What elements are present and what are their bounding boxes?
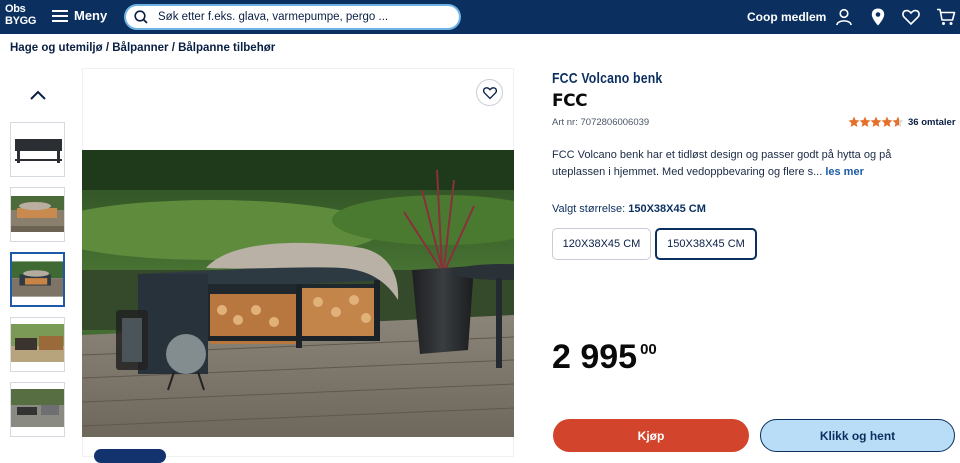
add-to-favorites-button[interactable] bbox=[476, 79, 503, 106]
product-title: FCC Volcano benk bbox=[552, 70, 663, 87]
breadcrumb-link-fire-pits[interactable]: Bålpanner bbox=[112, 42, 168, 54]
breadcrumb-separator: / bbox=[168, 42, 179, 54]
size-label-text: Valgt størrelse: bbox=[552, 203, 626, 215]
logo-line-2: BYGG bbox=[5, 15, 37, 27]
reviews-count[interactable]: 36 omtaler bbox=[908, 117, 956, 128]
gallery-thumbnail-2[interactable] bbox=[10, 187, 65, 242]
search-bar[interactable] bbox=[124, 4, 461, 30]
menu-label: Meny bbox=[74, 8, 108, 23]
gallery-thumbnail-1[interactable] bbox=[10, 122, 65, 177]
gallery-thumbnail-3[interactable] bbox=[10, 252, 65, 307]
image-overlay-badge[interactable] bbox=[94, 449, 166, 463]
menu-button[interactable]: Meny bbox=[52, 8, 107, 23]
menu-icon bbox=[52, 9, 68, 22]
buy-button[interactable]: Kjøp bbox=[553, 419, 749, 452]
heart-icon[interactable] bbox=[901, 7, 921, 27]
search-icon bbox=[134, 10, 148, 24]
price-main: 2 995 bbox=[552, 338, 638, 376]
coop-member-link[interactable]: Coop medlem bbox=[747, 10, 826, 24]
gallery-thumbnail-4[interactable] bbox=[10, 317, 65, 372]
breadcrumb-separator: / bbox=[102, 42, 113, 54]
location-pin-icon[interactable] bbox=[868, 7, 888, 27]
brand-logo[interactable]: FCC bbox=[552, 91, 588, 111]
click-and-collect-button[interactable]: Klikk og hent bbox=[760, 419, 955, 452]
price-cents: 00 bbox=[640, 341, 657, 358]
breadcrumb: Hage og utemiljø / Bålpanner / Bålpanne … bbox=[10, 42, 275, 54]
cart-icon[interactable] bbox=[936, 7, 956, 27]
product-main-image[interactable] bbox=[82, 150, 514, 437]
logo-line-1: Obs bbox=[5, 3, 26, 15]
selected-size-label: Valgt størrelse: 150X38X45 CM bbox=[552, 203, 706, 215]
gallery-thumbnail-5[interactable] bbox=[10, 382, 65, 437]
size-option-150[interactable]: 150X38X45 CM bbox=[655, 228, 757, 260]
product-description: FCC Volcano benk har et tidløst design o… bbox=[552, 147, 912, 181]
star-rating-icon bbox=[848, 116, 904, 127]
breadcrumb-link-fire-pit-accessories[interactable]: Bålpanne tilbehør bbox=[178, 42, 275, 54]
search-input[interactable] bbox=[158, 11, 448, 23]
product-price: 2 995 00 bbox=[552, 338, 657, 377]
chevron-up-icon[interactable] bbox=[27, 86, 49, 104]
read-more-link[interactable]: les mer bbox=[825, 166, 864, 178]
product-rating[interactable]: 36 omtaler bbox=[848, 116, 956, 128]
user-icon[interactable] bbox=[834, 7, 854, 27]
article-number: Art nr: 7072806006039 bbox=[552, 117, 650, 128]
top-navigation-bar: Obs BYGG Meny Coop medlem bbox=[0, 0, 960, 34]
size-option-120[interactable]: 120X38X45 CM bbox=[552, 228, 651, 260]
store-logo[interactable]: Obs BYGG bbox=[5, 3, 39, 27]
selected-size-value: 150X38X45 CM bbox=[628, 203, 706, 215]
breadcrumb-link-garden[interactable]: Hage og utemiljø bbox=[10, 42, 103, 54]
heart-icon bbox=[482, 87, 497, 100]
